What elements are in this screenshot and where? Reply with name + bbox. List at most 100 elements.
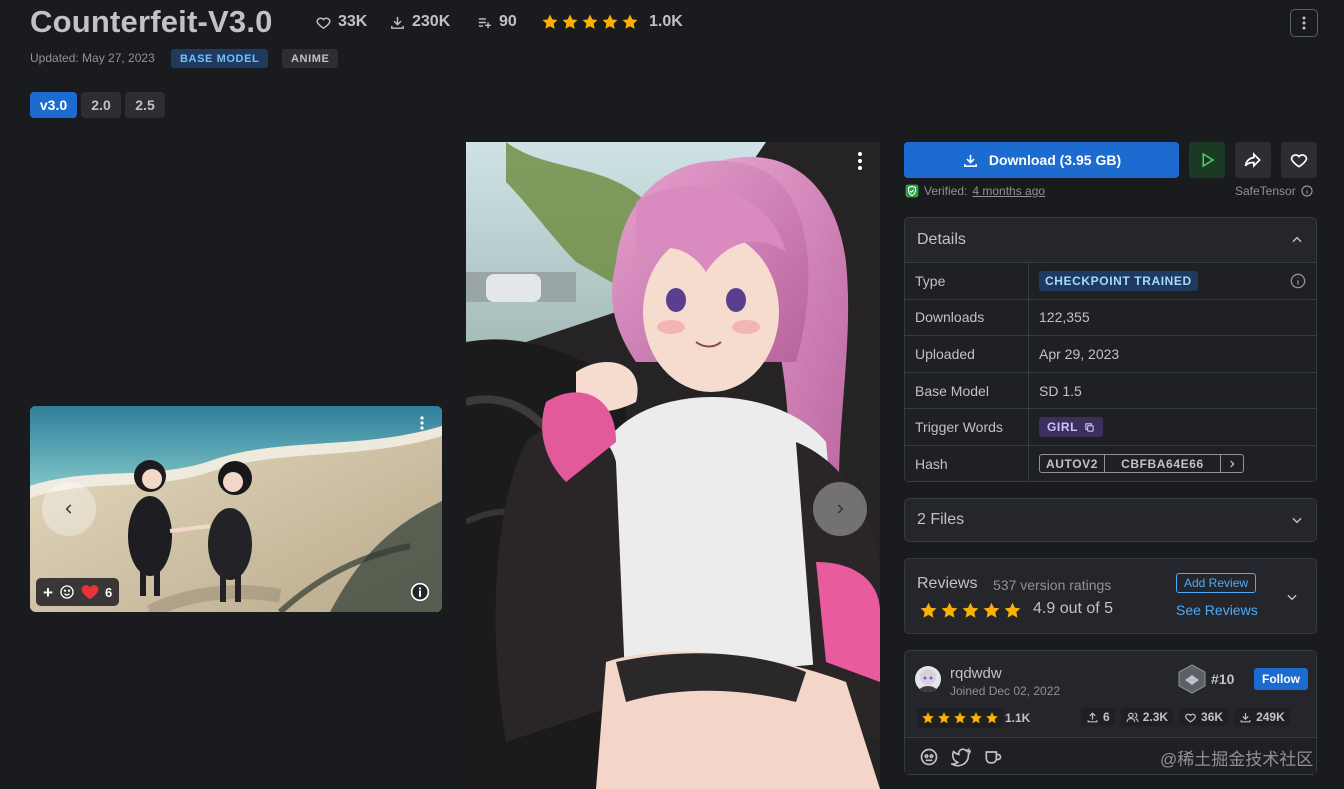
collections-count: 90 [499, 13, 517, 30]
image-menu-icon[interactable] [420, 416, 424, 430]
hash-value[interactable]: CBFBA64E66 [1105, 455, 1221, 473]
likes-stat[interactable]: 33K [315, 13, 367, 31]
model-title: Counterfeit-V3.0 [30, 4, 273, 39]
info-icon[interactable] [410, 582, 430, 602]
rank-badge-icon [1178, 664, 1206, 694]
files-panel[interactable]: 2 Files [904, 498, 1317, 542]
star-icon [1004, 602, 1021, 618]
rating-stars [541, 13, 639, 31]
review-score: 4.9 out of 5 [1033, 600, 1114, 617]
reviews-count: 537 version ratings [993, 577, 1112, 593]
watermark: @稀土掘金技术社区 [1160, 750, 1314, 769]
carousel-prev-button[interactable] [42, 482, 96, 536]
info-icon[interactable] [1301, 185, 1313, 197]
detail-row-type: Type CHECKPOINT TRAINED [905, 262, 1316, 299]
run-button[interactable] [1189, 142, 1225, 178]
heart-icon [316, 17, 331, 29]
add-reaction-icon[interactable]: + [43, 584, 53, 601]
star-icon [602, 14, 618, 29]
creator-stats: 6 2.3K 36K 249K [1081, 708, 1290, 726]
follow-button[interactable]: Follow [1254, 668, 1308, 690]
creator-likes-stat: 36K [1179, 708, 1229, 726]
gallery-image-car[interactable] [466, 142, 880, 789]
hash-next[interactable] [1221, 455, 1243, 472]
uploads-stat: 6 [1081, 708, 1115, 726]
details-header[interactable]: Details [905, 218, 1316, 262]
creator-likes-count: 36K [1201, 710, 1224, 724]
play-icon [1202, 152, 1215, 168]
upload-icon [1087, 711, 1098, 722]
carousel-next-button[interactable] [813, 482, 867, 536]
share-button[interactable] [1235, 142, 1271, 178]
creator-name[interactable]: rqdwdw [950, 665, 1002, 682]
reviews-title: Reviews [917, 575, 978, 592]
star-icon [954, 712, 966, 724]
verified-time-link[interactable]: 4 months ago [972, 184, 1045, 198]
dots-vertical-icon [1302, 16, 1306, 30]
download-button[interactable]: Download (3.95 GB) [904, 142, 1179, 178]
creator-rating-count: 1.1K [1005, 711, 1031, 725]
trigger-word: GIRL [1047, 420, 1079, 435]
chevron-down-icon[interactable] [1285, 590, 1299, 604]
verified-label: Verified: [924, 184, 968, 198]
followers-count: 2.3K [1142, 710, 1169, 724]
version-button-2-5[interactable]: 2.5 [125, 92, 165, 118]
coffee-cup-icon[interactable] [983, 747, 1003, 767]
rating-stat[interactable]: 1.0K [541, 13, 683, 31]
detail-key: Downloads [905, 299, 1029, 336]
base-model-badge[interactable]: BASE MODEL [171, 49, 269, 68]
star-icon [986, 712, 998, 724]
details-title: Details [917, 231, 966, 248]
chevron-down-icon [1292, 517, 1302, 524]
anime-badge[interactable]: ANIME [282, 49, 339, 68]
image-menu-icon[interactable] [858, 152, 862, 170]
detail-row-uploaded: Uploaded Apr 29, 2023 [905, 335, 1316, 372]
detail-row-downloads: Downloads 122,355 [905, 298, 1316, 336]
downloads-count: 230K [412, 13, 451, 30]
creator-downloads-stat: 249K [1234, 708, 1290, 726]
detail-value: SD 1.5 [1039, 382, 1082, 399]
download-icon [1240, 712, 1251, 722]
avatar[interactable] [915, 666, 941, 692]
collections-stat[interactable]: 90 [476, 13, 517, 31]
star-icon [983, 602, 1000, 618]
star-icon [622, 14, 638, 29]
trigger-word-badge[interactable]: GIRL [1039, 417, 1104, 438]
hash-type[interactable]: AUTOV2 [1040, 455, 1106, 473]
version-button-2-0[interactable]: 2.0 [81, 92, 121, 118]
info-icon[interactable] [1290, 273, 1306, 289]
car-portrait-illustration [466, 142, 880, 789]
star-icon [941, 602, 958, 618]
files-label: 2 Files [917, 511, 965, 528]
more-options-button[interactable] [1290, 9, 1318, 37]
star-icon [962, 602, 979, 618]
file-format: SafeTensor [1235, 184, 1313, 198]
star-icon [970, 712, 982, 724]
star-icon [922, 712, 934, 724]
twitter-icon[interactable] [951, 747, 971, 767]
verified-status: Verified: 4 months ago [905, 184, 1045, 198]
see-reviews-link[interactable]: See Reviews [1176, 602, 1258, 618]
red-heart-icon [81, 585, 99, 600]
creator-rank: #10 [1211, 671, 1235, 687]
chevron-up-icon [1292, 236, 1302, 243]
detail-row-hash: Hash AUTOV2 CBFBA64E66 [905, 444, 1316, 481]
detail-row-base-model: Base Model SD 1.5 [905, 371, 1316, 409]
hash-field[interactable]: AUTOV2 CBFBA64E66 [1039, 454, 1244, 474]
heart-icon [1290, 154, 1308, 168]
reaction-count: 6 [104, 584, 113, 600]
star-icon [938, 712, 950, 724]
reviews-panel: Reviews 537 version ratings 4.9 out of 5… [904, 558, 1317, 634]
reaction-bar[interactable]: + 6 [36, 578, 120, 606]
playlist-add-icon [478, 17, 491, 28]
civitai-icon[interactable] [919, 747, 939, 767]
favorite-button[interactable] [1281, 142, 1317, 178]
chevron-right-icon [1230, 460, 1235, 468]
star-icon [542, 14, 558, 29]
add-review-button[interactable]: Add Review [1176, 573, 1257, 593]
smiley-icon [60, 585, 74, 599]
version-button-v3[interactable]: v3.0 [30, 92, 77, 118]
type-badge: CHECKPOINT TRAINED [1039, 270, 1198, 291]
rating-count: 1.0K [649, 13, 683, 30]
star-icon [920, 602, 937, 618]
